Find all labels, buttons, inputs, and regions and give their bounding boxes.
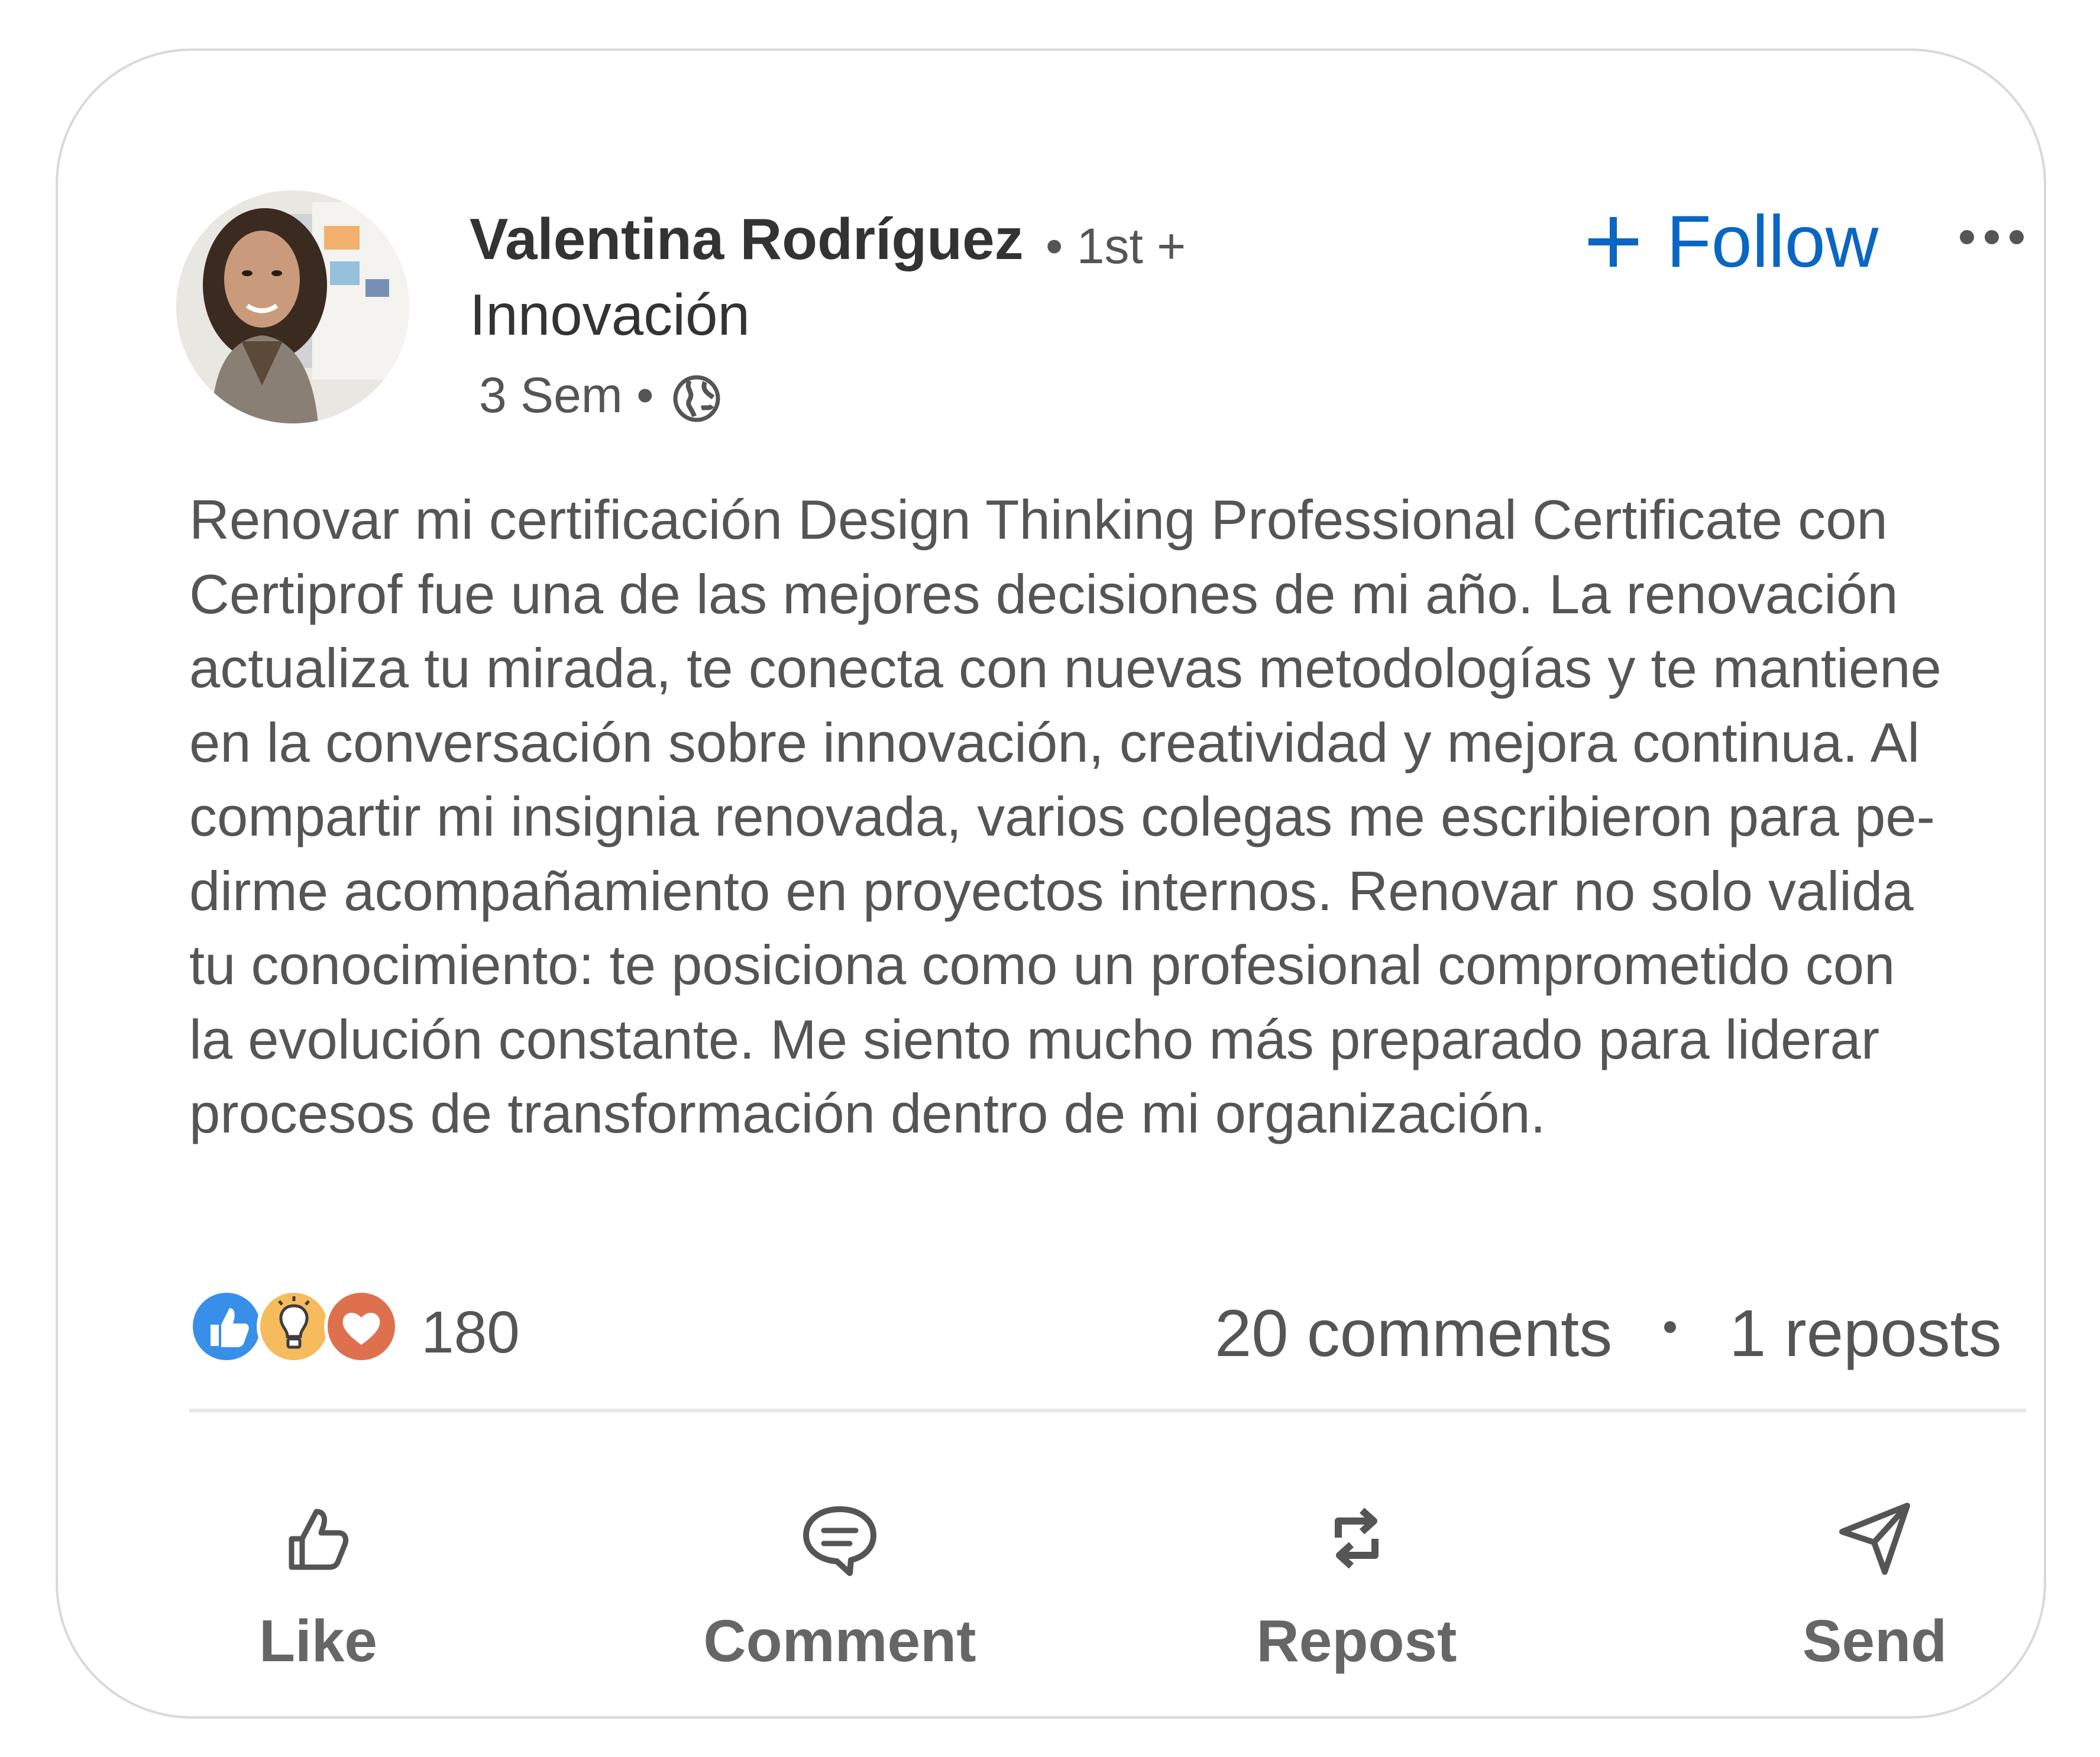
more-options-icon[interactable]	[1956, 216, 2027, 258]
comments-count[interactable]: 20 comments	[1215, 1295, 1612, 1371]
post-timestamp: 3 Sem •	[479, 367, 654, 423]
post-line: en la conversación sobre innovación, cre…	[189, 711, 1920, 774]
send-label: Send	[1802, 1608, 1947, 1674]
avatar-photo	[176, 190, 409, 423]
comment-icon	[803, 1506, 876, 1576]
love-icon	[324, 1289, 399, 1364]
post-line: actualiza tu mirada, te conecta con nuev…	[189, 637, 1942, 699]
post-body: Renovar mi certificación Design Thinking…	[189, 483, 2052, 1151]
repost-icon	[1335, 1507, 1379, 1569]
reposts-count[interactable]: 1 reposts	[1729, 1295, 2002, 1371]
like-button[interactable]: Like	[164, 1494, 472, 1683]
plus-icon	[1588, 217, 1638, 267]
comment-button[interactable]: Comment	[686, 1494, 994, 1683]
repost-button[interactable]: Repost	[1203, 1494, 1510, 1683]
thumbs-up-icon	[289, 1509, 349, 1570]
comment-label: Comment	[703, 1608, 976, 1674]
repost-label: Repost	[1256, 1608, 1457, 1674]
author-headline: Innovación	[470, 282, 750, 347]
post-line: tu conocimiento: te posiciona como un pr…	[189, 934, 1895, 996]
post-line: dirme acompañamiento en proyectos intern…	[189, 859, 1914, 922]
send-icon	[1839, 1503, 1910, 1575]
like-icon	[189, 1289, 264, 1364]
follow-label: Follow	[1667, 201, 1879, 283]
globe-icon	[673, 375, 720, 422]
send-button[interactable]: Send	[1721, 1494, 2028, 1683]
post-line: Renovar mi certificación Design Thinking…	[189, 488, 1888, 551]
post-card: Valentina Rodríguez • 1st + Innovación 3…	[56, 48, 2046, 1719]
post-line: procesos de transformación dentro de mi …	[189, 1082, 1546, 1144]
separator-dot	[1664, 1321, 1676, 1333]
insightful-icon	[257, 1289, 331, 1364]
like-label: Like	[258, 1608, 378, 1674]
follow-button[interactable]: Follow	[1584, 198, 1878, 286]
reaction-count[interactable]: 180	[421, 1299, 520, 1367]
author-avatar[interactable]	[176, 190, 409, 423]
author-name[interactable]: Valentina Rodríguez	[470, 206, 1024, 273]
post-line: compartir mi insignia renovada, varios c…	[189, 785, 1935, 847]
post-line: Certiprof fue una de las mejores decisio…	[189, 562, 1898, 625]
post-line: la evolución constante. Me siento mucho …	[189, 1008, 1880, 1070]
divider	[189, 1409, 2026, 1412]
connection-degree: • 1st +	[1046, 218, 1186, 274]
